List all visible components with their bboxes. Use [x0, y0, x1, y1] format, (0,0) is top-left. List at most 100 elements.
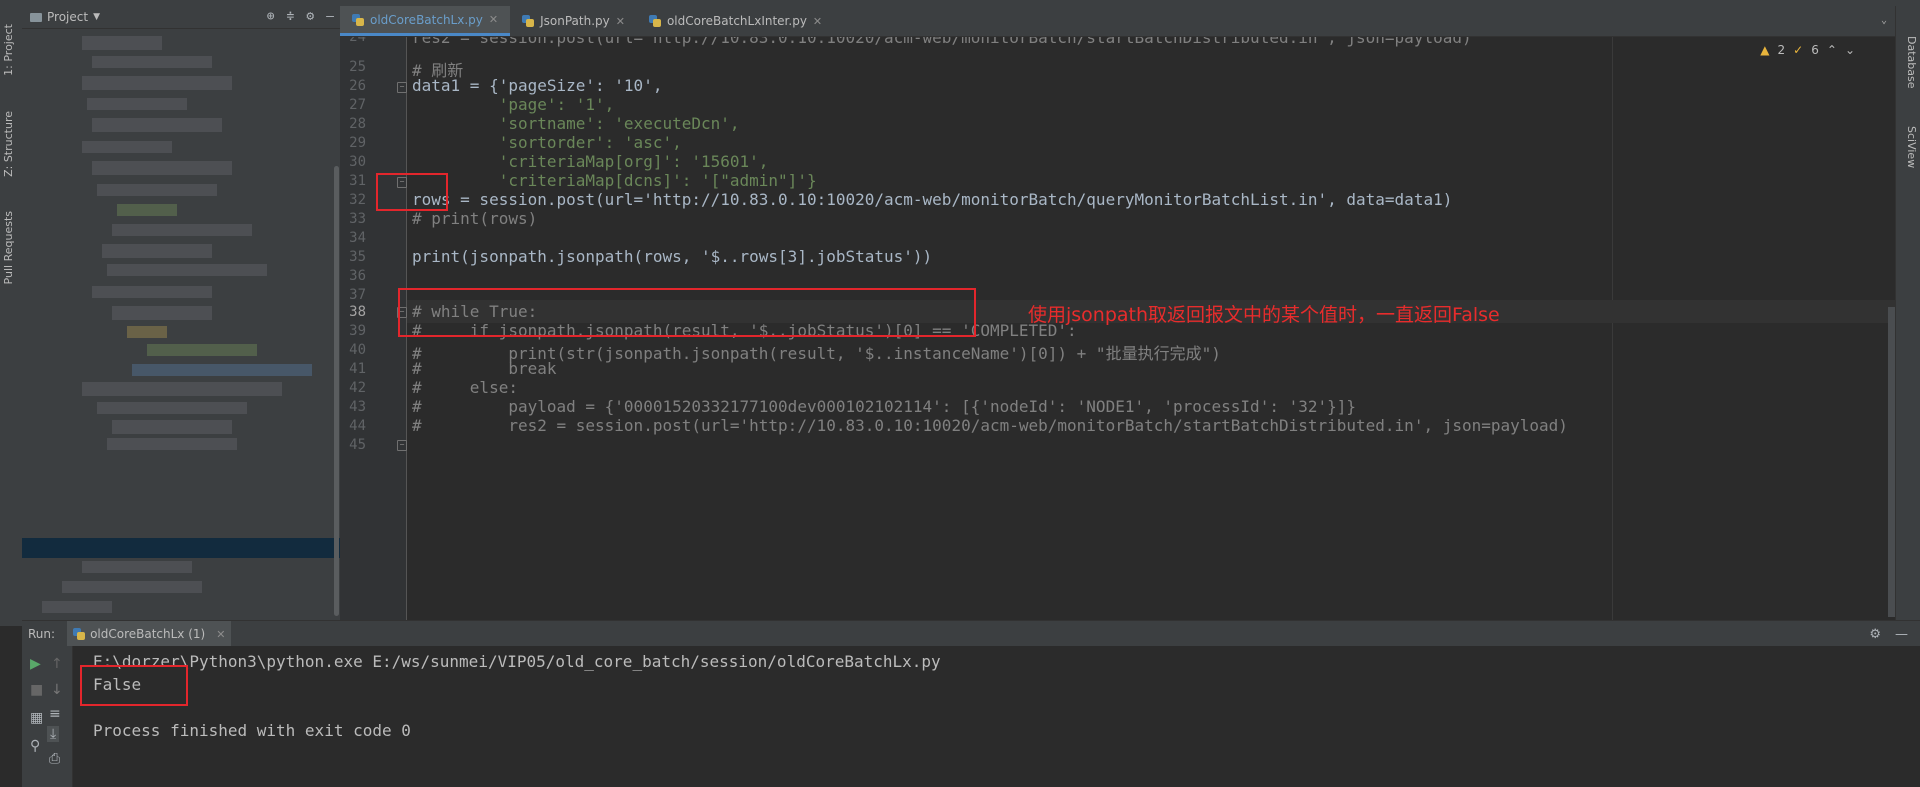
line-number: 35 [349, 249, 366, 265]
line-number: 27 [349, 97, 366, 113]
line-number: 26 [349, 78, 366, 94]
line-number: 30 [349, 154, 366, 170]
line-number: 29 [349, 135, 366, 151]
code-editor[interactable]: 24 25 26 27 28 29 30 31 32 33 34 35 36 3… [340, 37, 1895, 620]
warning-icon: ▲ [1760, 43, 1770, 57]
layout-icon[interactable]: ▦ [30, 710, 43, 726]
code-line: # break [412, 359, 557, 378]
highlight-box-print [398, 288, 976, 337]
code-line: print(jsonpath.jsonpath(rows, '$..rows[3… [412, 247, 933, 266]
editor-scrollbar[interactable] [1888, 307, 1895, 617]
tab-list-chevron-icon[interactable]: ⌄ [1881, 6, 1895, 36]
code-line: 'sortorder': 'asc', [412, 133, 682, 152]
python-file-icon [648, 15, 661, 27]
print-icon[interactable]: ⎙ [49, 751, 60, 767]
run-toolbar: ▶ ■ ▦ ⚲ ↑ ↓ ≡ ⤓ ⎙ [22, 646, 73, 787]
collapse-icon[interactable]: ≑ [287, 9, 295, 24]
line-number: 43 [349, 399, 366, 415]
line-number: 33 [349, 211, 366, 227]
minimize-icon[interactable]: — [1895, 627, 1908, 642]
line-number: 31 [349, 173, 366, 189]
line-number: 44 [349, 418, 366, 434]
folder-icon [30, 12, 42, 22]
stop-icon[interactable]: ■ [30, 682, 43, 698]
tool-window-project[interactable]: 1: Project [2, 24, 20, 76]
code-line: 'criteriaMap[dcns]': '["admin"]'} [412, 171, 817, 190]
line-number: 41 [349, 361, 366, 377]
code-line: # print(rows) [412, 209, 538, 228]
code-line: # res2 = session.post(url='http://10.83.… [412, 416, 1568, 435]
right-tool-strip: Database SciView [1895, 6, 1920, 620]
warning-count: 2 [1777, 43, 1786, 57]
line-number: 28 [349, 116, 366, 132]
minimize-icon[interactable]: — [326, 9, 334, 24]
run-panel-header: Run: oldCoreBatchLx (1) ✕ ⚙ — [22, 620, 1920, 647]
inspection-widget[interactable]: ▲ 2 ✓ 6 ⌃ ⌄ [1760, 43, 1855, 57]
weak-warning-icon: ✓ [1793, 43, 1804, 57]
code-line: res2 = session.post(url='http://10.83.0.… [412, 37, 1472, 47]
arrow-down-icon[interactable]: ↓ [51, 682, 63, 698]
line-number: 24 [349, 37, 366, 45]
tab-oldcorebatchlx[interactable]: oldCoreBatchLx.py ✕ [340, 6, 511, 36]
scroll-to-end-icon[interactable]: ⤓ [47, 726, 60, 742]
close-icon[interactable]: ✕ [616, 15, 625, 28]
tool-window-structure[interactable]: Z: Structure [2, 111, 20, 177]
gear-icon[interactable]: ⚙ [1869, 627, 1881, 642]
tab-label: oldCoreBatchLxInter.py [666, 14, 807, 28]
line-number: 32 [349, 192, 366, 208]
run-config-label: oldCoreBatchLx (1) [90, 627, 206, 641]
highlight-box-false [80, 665, 188, 706]
run-label: Run: [28, 627, 56, 641]
code-line: rows = session.post(url='http://10.83.0.… [412, 190, 1453, 209]
code-line: 'criteriaMap[org]': '15601', [412, 152, 769, 171]
python-file-icon [352, 13, 364, 26]
python-file-icon [522, 15, 535, 27]
chevron-down-icon[interactable]: ⌄ [1845, 43, 1855, 57]
tool-window-pull-requests[interactable]: Pull Requests [2, 211, 20, 284]
arrow-up-icon[interactable]: ↑ [51, 656, 63, 672]
gear-icon[interactable]: ⚙ [306, 9, 314, 24]
right-margin-guide [1612, 37, 1613, 620]
fold-marker[interactable]: − [397, 440, 407, 451]
tab-label: JsonPath.py [540, 14, 610, 28]
tab-oldcorebatchlxinter[interactable]: oldCoreBatchLxInter.py ✕ [637, 6, 834, 36]
project-panel-title[interactable]: Project [47, 10, 88, 24]
line-number: 36 [349, 268, 366, 284]
code-line: 'sortname': 'executeDcn', [412, 114, 740, 133]
tool-window-database[interactable]: Database [1900, 36, 1918, 89]
console-exit: Process finished with exit code 0 [93, 721, 411, 740]
line-number: 39 [349, 323, 366, 339]
line-number: 38 [349, 304, 366, 320]
code-line: 'page': '1', [412, 95, 615, 114]
run-config-tab[interactable]: oldCoreBatchLx (1) ✕ [67, 621, 232, 647]
line-number: 45 [349, 437, 366, 453]
highlight-box-rows [376, 173, 448, 211]
chevron-up-icon[interactable]: ⌃ [1827, 43, 1837, 57]
python-file-icon [73, 628, 86, 640]
code-line: data1 = {'pageSize': '10', [412, 76, 663, 95]
tab-label: oldCoreBatchLx.py [370, 12, 483, 27]
console-command: E:\dorzer\Python3\python.exe E:/ws/sunme… [93, 652, 941, 671]
code-line: # payload = {'00001520332177100dev000102… [412, 397, 1357, 416]
pin-icon[interactable]: ⚲ [30, 738, 40, 754]
tool-window-sciview[interactable]: SciView [1900, 126, 1918, 168]
editor-tab-bar: oldCoreBatchLx.py ✕ JsonPath.py ✕ oldCor… [340, 6, 1895, 37]
project-panel-header: Project ▼ ⊕ ≑ ⚙ — [22, 6, 340, 29]
close-icon[interactable]: ✕ [216, 628, 225, 641]
chevron-down-icon[interactable]: ▼ [93, 12, 100, 22]
soft-wrap-icon[interactable]: ≡ [49, 706, 61, 722]
line-number: 34 [349, 230, 366, 246]
locate-icon[interactable]: ⊕ [267, 9, 275, 24]
code-line: # else: [412, 378, 518, 397]
weak-warning-count: 6 [1811, 43, 1819, 57]
close-icon[interactable]: ✕ [489, 13, 498, 26]
left-tool-strip: 1: Project Z: Structure Pull Requests [0, 6, 23, 626]
rerun-icon[interactable]: ▶ [30, 656, 41, 672]
fold-marker[interactable]: − [397, 82, 407, 93]
line-number: 42 [349, 380, 366, 396]
annotation-text: 使用jsonpath取返回报文中的某个值时，一直返回False [1028, 304, 1500, 326]
tab-jsonpath[interactable]: JsonPath.py ✕ [510, 6, 637, 36]
project-scrollbar[interactable] [334, 166, 339, 616]
close-icon[interactable]: ✕ [813, 15, 822, 28]
line-number: 25 [349, 59, 366, 75]
